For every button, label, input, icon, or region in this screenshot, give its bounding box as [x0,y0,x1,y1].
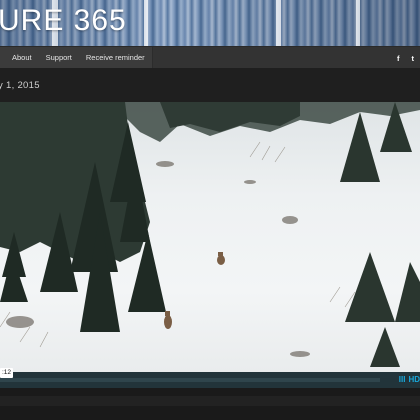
quality-bars-icon[interactable]: III [399,374,406,386]
banner-tree-trunk [276,0,281,46]
post-date: y 1, 2015 [0,80,40,91]
nav-item-receive-reminder[interactable]: Receive reminder [79,47,152,69]
page-footer [0,388,420,420]
video-frame-snow-scene [0,102,420,367]
video-control-buttons: III HD [399,374,420,386]
twitter-icon[interactable]: t [412,54,415,63]
nav-item-about[interactable]: About [0,47,39,69]
video-player[interactable] [0,102,420,372]
banner-tree-trunk [144,0,148,46]
nav-item-support[interactable]: Support [39,47,79,69]
site-banner: URE 365 [0,0,420,46]
video-current-time: :12 [0,368,14,378]
footer-strip [0,396,420,406]
video-progress-bar[interactable] [0,378,380,382]
main-navigation: About Support Receive reminder f t [0,46,420,69]
banner-tree-trunk [356,0,360,46]
facebook-icon[interactable]: f [397,54,400,63]
nav-menu: About Support Receive reminder [0,47,153,69]
social-links: f t [397,47,414,69]
site-title[interactable]: URE 365 [0,4,127,38]
post-header: y 1, 2015 [0,68,420,102]
nav-divider [151,47,153,69]
video-controls: :12 III HD [0,368,420,388]
hd-toggle-button[interactable]: HD [408,374,420,386]
